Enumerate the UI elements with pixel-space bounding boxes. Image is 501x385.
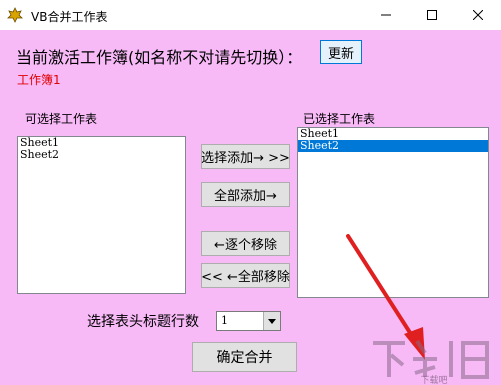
workbook-name: 工作簿1 [17,73,61,87]
minimize-button[interactable] [363,0,409,30]
remove-all-button[interactable]: << ←全部移除 [201,263,290,288]
selected-sheets-label: 已选择工作表 [303,112,376,126]
download-site-watermark: 下载吧 [373,339,489,385]
refresh-button[interactable]: 更新 [320,40,362,64]
list-item-selected[interactable]: Sheet2 [298,140,488,152]
add-selected-button[interactable]: 选择添加→ >> [201,144,290,169]
minimize-icon [381,14,391,16]
header-rows-select[interactable]: 1 [216,311,281,331]
header-rows-value: 1 [221,314,228,327]
watermark-text: 下载吧 [420,374,447,385]
title-bar: VB合并工作表 [0,0,501,30]
remove-one-button[interactable]: ←逐个移除 [201,231,290,256]
maximize-icon [427,10,437,20]
close-button[interactable] [455,0,501,30]
list-item[interactable]: Sheet2 [18,149,185,161]
available-sheets-list[interactable]: Sheet1 Sheet2 [17,136,186,294]
app-icon [7,7,23,23]
header-rows-label: 选择表头标题行数 [87,314,199,330]
maximize-button[interactable] [409,0,455,30]
add-all-button[interactable]: 全部添加→ [201,182,290,207]
form-client-area: 当前激活工作簿(如名称不对请先切换）： 更新 工作簿1 可选择工作表 Sheet… [0,30,501,385]
current-workbook-label: 当前激活工作簿(如名称不对请先切换）： [16,48,303,67]
confirm-merge-button[interactable]: 确定合并 [192,342,297,372]
window-title: VB合并工作表 [31,10,108,24]
available-sheets-label: 可选择工作表 [25,112,98,126]
close-icon [473,10,483,20]
chevron-down-icon[interactable] [263,312,280,330]
